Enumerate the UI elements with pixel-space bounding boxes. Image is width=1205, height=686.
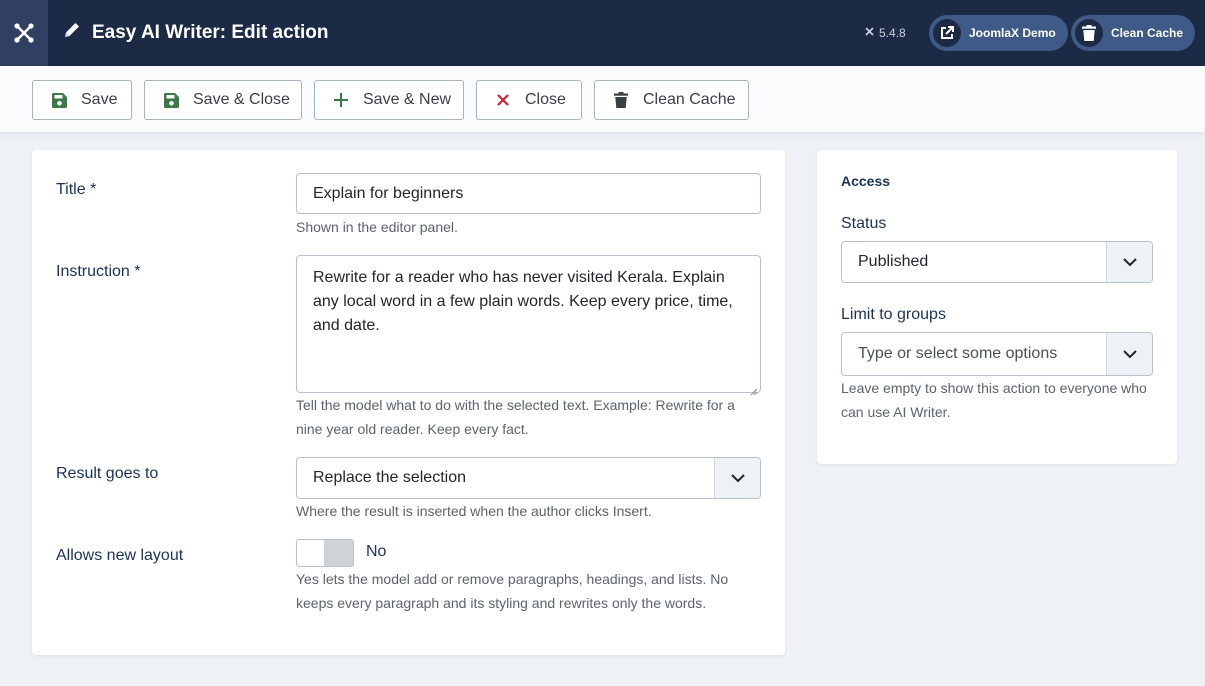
title-value: Explain for beginners	[313, 184, 464, 202]
save-button[interactable]: Save	[32, 80, 132, 120]
layout-toggle-value: No	[366, 543, 387, 560]
status-value: Published	[858, 253, 929, 270]
toolbar: Save Save & Close Save & New Close Clean…	[0, 66, 1205, 132]
close-icon	[495, 92, 511, 108]
version-info: 5.4.8	[864, 24, 906, 42]
groups-placeholder: Type or select some options	[858, 345, 1058, 362]
instruction-help: Tell the model what to do with the selec…	[296, 397, 735, 437]
groups-help: Leave empty to show this action to every…	[841, 380, 1147, 420]
header-clean-cache-label: Clean Cache	[1111, 26, 1184, 40]
result-select[interactable]: Replace the selection	[296, 457, 761, 499]
header-clean-cache-button[interactable]: Clean Cache	[1071, 15, 1196, 51]
layout-label: Allows new layout	[56, 547, 184, 564]
save-close-button[interactable]: Save & Close	[144, 80, 302, 120]
status-label: Status	[841, 215, 887, 232]
save-icon	[51, 92, 67, 108]
joomlax-demo-button[interactable]: JoomlaX Demo	[929, 15, 1068, 51]
app-header: Easy AI Writer: Edit action 5.4.8 Joomla…	[0, 0, 1205, 66]
result-value: Replace the selection	[313, 469, 466, 486]
version-text: 5.4.8	[879, 26, 906, 40]
layout-toggle[interactable]	[296, 539, 354, 567]
trash-icon	[1075, 19, 1103, 47]
title-help: Shown in the editor panel.	[296, 219, 458, 235]
chevron-down-icon	[1106, 333, 1152, 375]
save-close-label: Save & Close	[193, 91, 290, 108]
result-help: Where the result is inserted when the au…	[296, 503, 652, 519]
title-input[interactable]: Explain for beginners	[296, 173, 761, 214]
chevron-down-icon	[1106, 242, 1152, 282]
trash-icon	[613, 92, 629, 108]
chevron-down-icon	[714, 458, 760, 498]
status-select[interactable]: Published	[841, 241, 1153, 283]
page-title-text: Easy AI Writer: Edit action	[92, 22, 329, 43]
joomlax-demo-label: JoomlaX Demo	[969, 26, 1056, 40]
clean-cache-button[interactable]: Clean Cache	[594, 80, 749, 120]
plus-icon	[333, 92, 349, 108]
result-label: Result goes to	[56, 465, 159, 482]
close-label: Close	[525, 91, 566, 108]
joomla-small-icon	[864, 26, 875, 40]
instruction-value: Rewrite for a reader who has never visit…	[313, 269, 733, 334]
external-link-icon	[933, 19, 961, 47]
close-button[interactable]: Close	[476, 80, 582, 120]
clean-cache-label: Clean Cache	[643, 91, 736, 108]
pencil-icon	[62, 20, 82, 46]
save-new-label: Save & New	[363, 91, 452, 108]
access-heading: Access	[841, 173, 891, 189]
groups-label: Limit to groups	[841, 306, 946, 323]
resize-handle-icon[interactable]	[748, 380, 758, 396]
joomla-logo-icon[interactable]	[0, 0, 48, 66]
save-new-button[interactable]: Save & New	[314, 80, 464, 120]
page-title: Easy AI Writer: Edit action	[62, 0, 329, 66]
toggle-knob	[324, 540, 353, 566]
instruction-label: Instruction *	[56, 263, 141, 280]
title-label: Title *	[56, 181, 97, 198]
save-icon	[163, 92, 179, 108]
instruction-textarea[interactable]: Rewrite for a reader who has never visit…	[296, 255, 761, 396]
groups-select[interactable]: Type or select some options	[841, 332, 1153, 376]
layout-help: Yes lets the model add or remove paragra…	[296, 571, 729, 611]
save-label: Save	[81, 91, 118, 108]
